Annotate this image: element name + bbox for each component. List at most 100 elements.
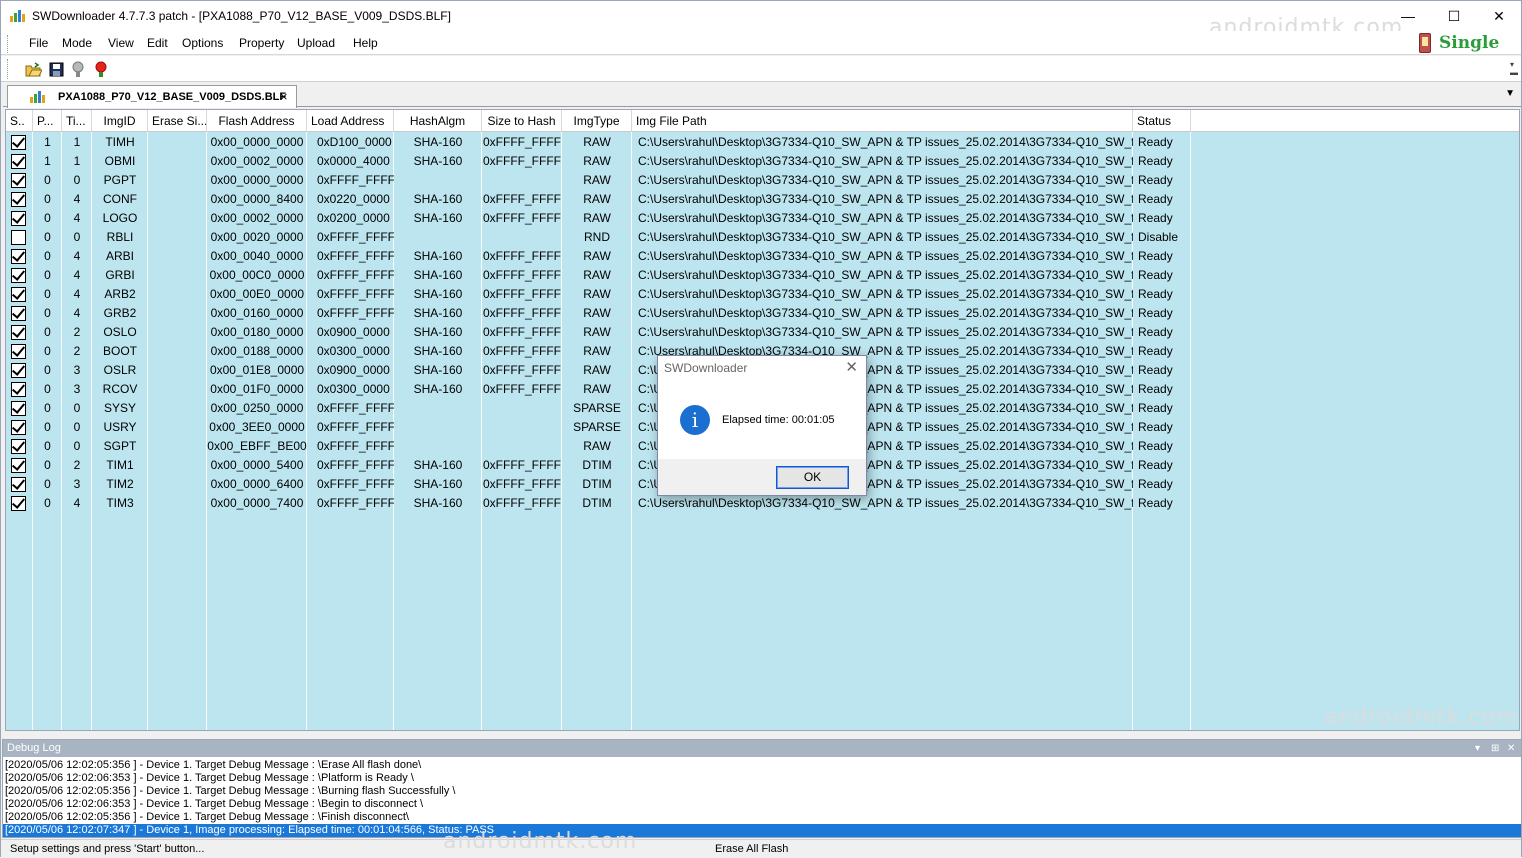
table-header: S.. P... Ti... ImgID Erase Si... Flash A… xyxy=(6,110,1519,132)
checkbox-checked[interactable] xyxy=(11,154,26,169)
checkbox-checked[interactable] xyxy=(11,306,26,321)
table-row[interactable]: 0 2 OSLO 0x00_0180_0000 0x0900_0000 SHA-160 0x… xyxy=(6,323,1519,342)
cell-imgid: GRBI xyxy=(105,268,135,282)
table-row[interactable]: 0 4 ARB2 0x00_00E0_0000 0xFFFF_FFFF SHA-160 0x… xyxy=(6,285,1519,304)
checkbox-checked[interactable] xyxy=(11,325,26,340)
cell-size-to-hash xyxy=(482,228,562,247)
tab-blf-file[interactable]: PXA1088_P70_V12_BASE_V009_DSDS.BLF × xyxy=(7,85,297,108)
panel-close-icon[interactable]: ✕ xyxy=(1507,740,1515,757)
table-row[interactable]: 0 4 LOGO 0x00_0002_0000 0x0200_0000 SHA-160 0x… xyxy=(6,209,1519,228)
open-folder-icon[interactable] xyxy=(24,60,42,78)
cell-imgid: OBMI xyxy=(104,154,136,168)
col-header-erase-size[interactable]: Erase Si... xyxy=(148,110,207,132)
cell-tim: 0 xyxy=(73,401,81,415)
cell-size-to-hash: 0xFFFF_FFFF xyxy=(483,135,561,149)
cell-imgid: LOGO xyxy=(102,211,138,225)
bulb-on-icon[interactable] xyxy=(92,60,110,78)
close-button[interactable]: ✕ xyxy=(1476,1,1522,31)
maximize-button[interactable]: ☐ xyxy=(1431,1,1477,31)
menu-file[interactable]: File xyxy=(29,36,48,50)
checkbox-checked[interactable] xyxy=(11,363,26,378)
cell-hashalgm xyxy=(394,399,482,418)
menu-edit[interactable]: Edit xyxy=(147,36,168,50)
cell-erase-size xyxy=(148,266,207,285)
col-header-partition[interactable]: P... xyxy=(33,110,62,132)
cell-imgid: TIMH xyxy=(105,135,135,149)
cell-status: Disable xyxy=(1138,230,1179,244)
col-header-select[interactable]: S.. xyxy=(6,110,33,132)
watermark-bottom: androidmtk.com xyxy=(443,829,638,854)
checkbox-checked[interactable] xyxy=(11,249,26,264)
checkbox-checked[interactable] xyxy=(11,173,26,188)
checkbox-checked[interactable] xyxy=(11,382,26,397)
col-header-img-file-path[interactable]: Img File Path xyxy=(632,110,1133,132)
tab-list-dropdown-icon[interactable]: ▼ xyxy=(1505,88,1515,99)
table-row[interactable]: 0 4 GRB2 0x00_0160_0000 0xFFFF_FFFF SHA-160 0x… xyxy=(6,304,1519,323)
menu-view[interactable]: View xyxy=(108,36,134,50)
cell-status: Ready xyxy=(1138,268,1173,282)
checkbox-checked[interactable] xyxy=(11,458,26,473)
cell-hashalgm xyxy=(394,418,482,437)
cell-status: Ready xyxy=(1138,211,1173,225)
menu-upload[interactable]: Upload xyxy=(297,36,335,50)
checkbox-checked[interactable] xyxy=(11,496,26,511)
table-row[interactable]: 1 1 OBMI 0x00_0002_0000 0x0000_4000 SHA-160 0x… xyxy=(6,152,1519,171)
menu-help[interactable]: Help xyxy=(353,36,378,50)
table-row[interactable]: 0 0 RBLI 0x00_0020_0000 0xFFFF_FFFF RND C:\Use… xyxy=(6,228,1519,247)
col-header-size-to-hash[interactable]: Size to Hash xyxy=(482,110,562,132)
checkbox-checked[interactable] xyxy=(11,211,26,226)
panel-pin-icon[interactable]: ⊞ xyxy=(1491,740,1499,757)
cell-status: Ready xyxy=(1138,344,1173,358)
panel-dropdown-icon[interactable]: ▾ xyxy=(1475,740,1480,757)
menu-mode[interactable]: Mode xyxy=(62,36,92,50)
table-row[interactable]: 0 4 CONF 0x00_0000_8400 0x0220_0000 SHA-160 0x… xyxy=(6,190,1519,209)
cell-imgtype: RAW xyxy=(583,325,611,339)
table-row[interactable]: 0 4 GRBI 0x00_00C0_0000 0xFFFF_FFFF SHA-160 0x… xyxy=(6,266,1519,285)
checkbox-checked[interactable] xyxy=(11,420,26,435)
cell-size-to-hash: 0xFFFF_FFFF xyxy=(483,192,561,206)
close-icon: ✕ xyxy=(1493,7,1505,24)
menu-grip[interactable] xyxy=(7,35,10,53)
toolbar-grip[interactable] xyxy=(7,59,8,79)
log-line: [2020/05/06 12:02:05:356 ] - Device 1. T… xyxy=(5,785,456,797)
table-row[interactable]: 0 0 PGPT 0x00_0000_0000 0xFFFF_FFFF RAW C:\Use… xyxy=(6,171,1519,190)
col-header-hashalgm[interactable]: HashAlgm xyxy=(394,110,482,132)
cell-status: Ready xyxy=(1138,306,1173,320)
table-row[interactable]: 1 1 TIMH 0x00_0000_0000 0xD100_0000 SHA-160 0x… xyxy=(6,133,1519,152)
cell-img-file-path: C:\Users\rahul\Desktop\3G7334-Q10_SW_APN… xyxy=(638,211,1133,225)
checkbox-checked[interactable] xyxy=(11,401,26,416)
cell-erase-size xyxy=(148,190,207,209)
minimize-button[interactable]: — xyxy=(1385,1,1431,31)
checkbox-checked[interactable] xyxy=(11,439,26,454)
ok-button[interactable]: OK xyxy=(776,466,849,489)
log-line-selected[interactable]: [2020/05/06 12:02:07:347 ] - Device 1, I… xyxy=(3,824,1521,837)
menu-options[interactable]: Options xyxy=(182,36,223,50)
cell-tim: 4 xyxy=(73,192,81,206)
checkbox-checked[interactable] xyxy=(11,344,26,359)
save-icon[interactable] xyxy=(47,60,65,78)
col-header-flash-address[interactable]: Flash Address xyxy=(207,110,307,132)
tab-close-icon[interactable]: × xyxy=(280,89,288,104)
dialog-close-icon[interactable]: ✕ xyxy=(845,358,858,376)
col-header-imgtype[interactable]: ImgType xyxy=(562,110,632,132)
table-row[interactable]: 0 4 ARBI 0x00_0040_0000 0xFFFF_FFFF SHA-160 0x… xyxy=(6,247,1519,266)
col-header-imgid[interactable]: ImgID xyxy=(92,110,148,132)
checkbox-checked[interactable] xyxy=(11,135,26,150)
cell-flash-address: 0x00_0000_0000 xyxy=(210,135,304,149)
checkbox-checked[interactable] xyxy=(11,287,26,302)
checkbox-checked[interactable] xyxy=(11,192,26,207)
checkbox-checked[interactable] xyxy=(11,268,26,283)
cell-hashalgm: SHA-160 xyxy=(413,192,463,206)
checkbox-checked[interactable] xyxy=(11,477,26,492)
cell-status: Ready xyxy=(1138,439,1173,453)
col-header-status[interactable]: Status xyxy=(1133,110,1191,132)
cell-flash-address: 0x00_0000_0000 xyxy=(210,173,304,187)
toolbar-overflow-icon[interactable]: ▾ ▬ xyxy=(1510,61,1518,77)
checkbox-unchecked[interactable] xyxy=(11,230,26,245)
col-header-load-address[interactable]: Load Address xyxy=(307,110,394,132)
bulb-off-icon[interactable] xyxy=(69,60,87,78)
table-row[interactable]: 0 4 TIM3 0x00_0000_7400 0xFFFF_FFFF SHA-160 0x… xyxy=(6,494,1519,513)
menu-bar: File Mode View Edit Options Property Upl… xyxy=(1,31,1521,55)
col-header-tim[interactable]: Ti... xyxy=(62,110,92,132)
menu-property[interactable]: Property xyxy=(239,36,284,50)
